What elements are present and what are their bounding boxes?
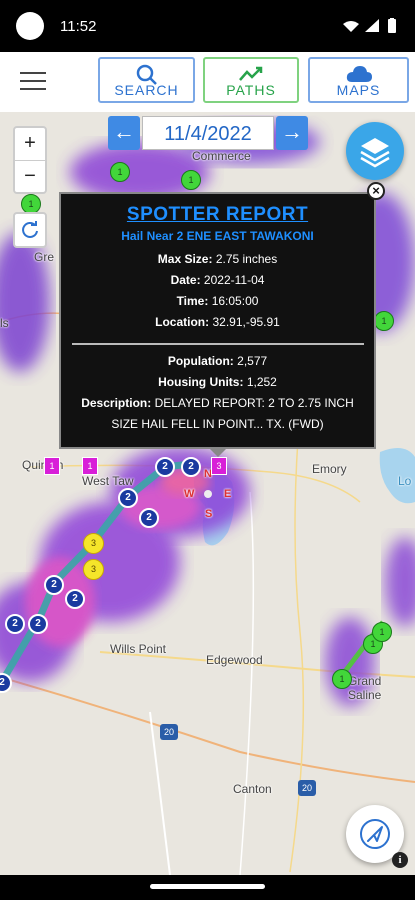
popup-pointer <box>208 447 228 457</box>
previous-date-button[interactable]: ← <box>108 116 140 150</box>
compass-west: W <box>184 488 195 500</box>
refresh-icon <box>22 221 38 238</box>
popup-description: Description: DELAYED REPORT: 2 TO 2.75 I… <box>81 396 354 431</box>
storm-marker-yellow[interactable]: 3 <box>83 533 104 554</box>
storm-marker-green[interactable]: 1 <box>181 170 201 190</box>
date-navigator: ← 11/4/2022 → <box>108 116 308 150</box>
storm-marker-green[interactable]: 1 <box>332 669 352 689</box>
storm-marker-green[interactable]: 1 <box>110 162 130 182</box>
zoom-out-button[interactable]: − <box>15 161 45 193</box>
place-lake: Lo <box>398 474 412 488</box>
paths-button-label: PATHS <box>226 82 276 98</box>
system-navigation-bar <box>0 875 415 900</box>
storm-marker-blue[interactable]: 2 <box>181 457 201 477</box>
storm-marker-magenta[interactable]: 3 <box>211 457 227 475</box>
paths-button[interactable]: PATHS <box>203 57 299 103</box>
storm-marker-green[interactable]: 1 <box>372 622 392 642</box>
status-icons <box>343 18 396 33</box>
storm-marker-blue[interactable]: 2 <box>65 589 85 609</box>
cloud-icon <box>346 66 372 82</box>
maps-button[interactable]: MAPS <box>308 57 409 103</box>
place-west-tawakoni: West Taw <box>82 474 134 488</box>
popup-title: SPOTTER REPORT <box>126 204 309 225</box>
storm-marker-blue[interactable]: 2 <box>5 614 25 634</box>
compass-east: E <box>224 488 232 500</box>
place-emory: Emory <box>312 462 347 476</box>
storm-marker-blue[interactable]: 2 <box>28 614 48 634</box>
wifi-icon <box>343 21 359 32</box>
next-date-button[interactable]: → <box>276 116 308 150</box>
popup-housing-units: Housing Units: 1,252 <box>158 375 277 389</box>
layers-icon <box>360 138 390 168</box>
menu-icon[interactable] <box>20 72 46 92</box>
storm-marker-blue[interactable]: 2 <box>155 457 175 477</box>
date-field[interactable]: 11/4/2022 <box>142 116 274 150</box>
popup-max-size: Max Size: 2.75 inches <box>157 252 278 266</box>
popup-date: Date: 2022-11-04 <box>170 273 265 287</box>
storm-marker-blue[interactable]: 2 <box>139 508 159 528</box>
zoom-control: + − <box>13 126 47 194</box>
place-commerce: Commerce <box>192 149 251 163</box>
layers-button[interactable] <box>346 122 404 180</box>
battery-icon <box>388 18 396 33</box>
top-toolbar: SEARCH PATHS MAPS <box>0 52 415 113</box>
storm-marker-blue[interactable]: 2 <box>118 488 138 508</box>
map-view[interactable]: Commerce Quinlan West Taw Emory Wills Po… <box>0 112 415 875</box>
status-time: 11:52 <box>60 18 97 35</box>
zoom-in-button[interactable]: + <box>15 128 45 161</box>
popup-subtitle: Hail Near 2 ENE EAST TAWAKONI <box>121 229 314 243</box>
popup-divider <box>71 343 364 345</box>
popup-population: Population: 2,577 <box>167 354 268 368</box>
close-icon[interactable]: × <box>367 182 385 200</box>
place-greenville: Gre <box>34 250 55 264</box>
highway-shield: 20 <box>160 724 178 740</box>
maps-button-label: MAPS <box>336 82 381 98</box>
place-left-edge: ls <box>0 316 9 330</box>
compass-south: S <box>205 508 213 520</box>
place-grand-saline: Grand Saline <box>348 674 382 702</box>
search-button-label: SEARCH <box>114 82 179 98</box>
storm-marker-yellow[interactable]: 3 <box>83 559 104 580</box>
road-white-2 <box>239 491 255 875</box>
signal-icon <box>365 19 379 32</box>
spotter-report-popup: SPOTTER REPORT Hail Near 2 ENE EAST TAWA… <box>59 192 376 449</box>
storm-marker-magenta[interactable]: 1 <box>44 457 60 475</box>
place-wills-point: Wills Point <box>110 642 167 656</box>
refresh-button[interactable] <box>13 212 47 248</box>
popup-time: Time: 16:05:00 <box>176 294 259 308</box>
storm-marker-blue[interactable]: 2 <box>44 575 64 595</box>
compass-rose-icon <box>204 490 212 498</box>
place-edgewood: Edgewood <box>206 653 263 667</box>
storm-marker-green[interactable]: 1 <box>374 311 394 331</box>
storm-marker-green[interactable]: 1 <box>21 194 41 214</box>
home-indicator[interactable] <box>150 884 265 889</box>
search-button[interactable]: SEARCH <box>98 57 195 103</box>
status-bar: 11:52 <box>0 0 415 52</box>
trend-line-icon <box>239 66 263 81</box>
place-canton: Canton <box>233 782 272 796</box>
phone-screen: 11:52 SEARCH PATHS MAPS Commerce Quinlan… <box>0 0 415 900</box>
camera-cutout <box>16 12 44 40</box>
storm-marker-magenta[interactable]: 1 <box>82 457 98 475</box>
highway-shield: 20 <box>298 780 316 796</box>
popup-location: Location: 32.91,-95.91 <box>155 315 280 329</box>
info-icon[interactable]: i <box>392 852 408 868</box>
